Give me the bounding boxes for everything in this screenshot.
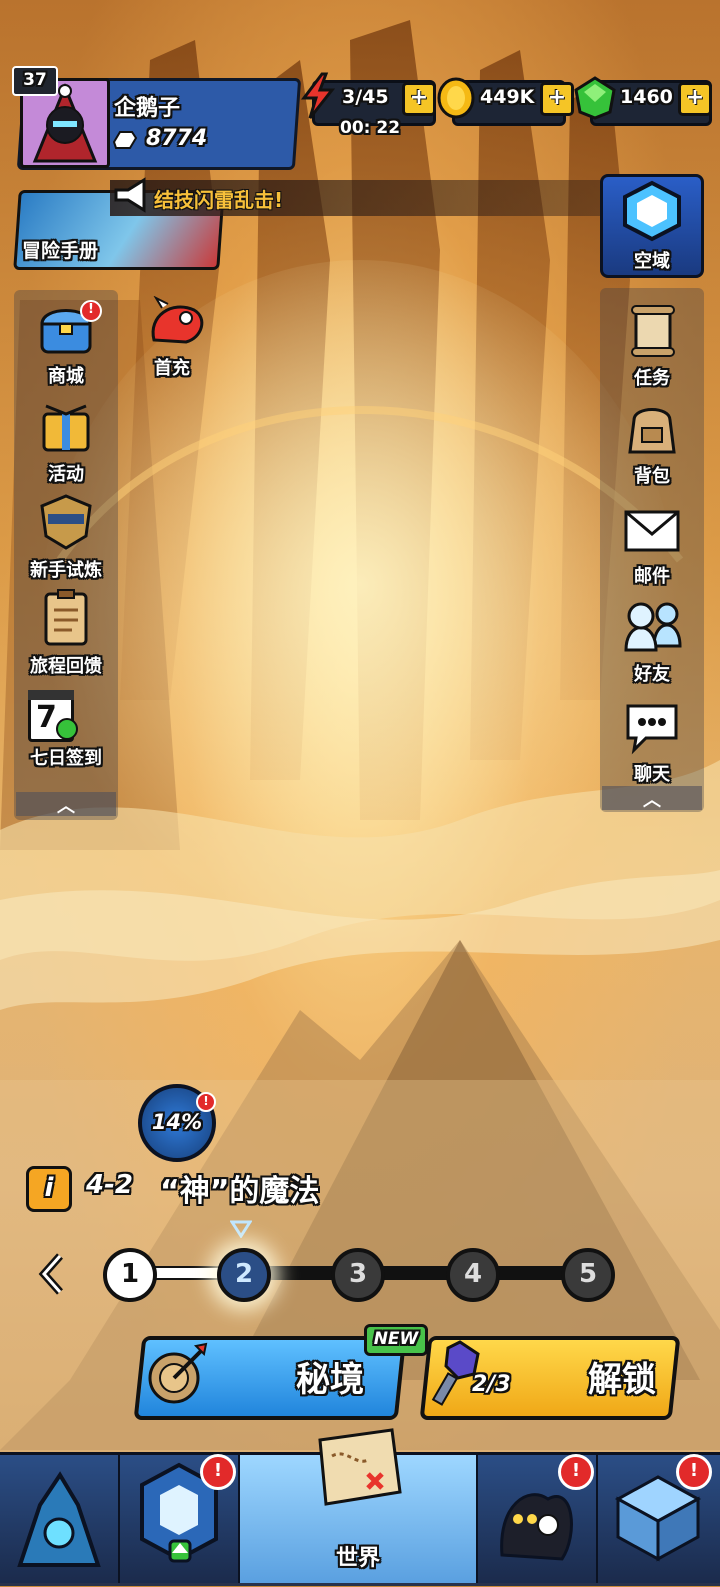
secret-realm-label: 秘境: [296, 1360, 364, 1400]
calendar-day: 7: [36, 700, 57, 735]
new-tag: NEW: [364, 1324, 428, 1356]
seven-day-signin-button[interactable]: 7 七日签到: [16, 684, 116, 770]
journey-reward-button[interactable]: 旅程回馈: [16, 588, 116, 678]
novice-trial-label: 新手试炼: [30, 560, 102, 581]
quests-label: 任务: [634, 368, 670, 389]
scroll-icon: [631, 305, 675, 357]
energy-value: 3/45: [342, 86, 389, 108]
seven-day-signin-label: 七日签到: [30, 748, 102, 769]
shop-label: 商城: [48, 366, 84, 387]
red-dragon-icon: [151, 295, 204, 344]
add-gem-button[interactable]: +: [678, 82, 712, 116]
player-name: 企鹅子: [114, 96, 181, 121]
mail-button[interactable]: 邮件: [602, 500, 702, 588]
new-tag-label: NEW: [373, 1329, 419, 1349]
info-icon: i: [44, 1173, 54, 1203]
events-button[interactable]: 活动: [16, 396, 116, 486]
backpack-icon: [628, 408, 676, 454]
chevron-left-icon: [38, 1253, 63, 1295]
target-dart-icon: [144, 1342, 208, 1406]
nav-tab-hero[interactable]: [0, 1455, 120, 1583]
shop-button[interactable]: ! 商城: [16, 298, 116, 388]
character-notification-badge: !: [558, 1454, 594, 1490]
previous-stage-button[interactable]: [38, 1252, 66, 1296]
stage-step-1[interactable]: 1: [103, 1248, 157, 1302]
friends-label: 好友: [634, 664, 670, 685]
quests-button[interactable]: 任务: [602, 302, 702, 390]
stage-step-3[interactable]: 3: [331, 1248, 385, 1302]
stage-title: “神”的魔法: [160, 1174, 320, 1209]
base-notification-badge: !: [676, 1454, 712, 1490]
gem-value: 1460: [620, 86, 673, 108]
add-gold-button[interactable]: +: [540, 82, 574, 116]
clipboard-icon: [44, 589, 88, 646]
player-power: 8774: [146, 126, 208, 151]
gold-value: 449K: [480, 86, 535, 108]
right-collapse-button[interactable]: ︿: [602, 786, 702, 811]
events-label: 活动: [48, 464, 84, 485]
world-map-icon: [312, 1426, 404, 1508]
shield-trial-icon: [40, 494, 92, 550]
gold-coin-icon: [436, 76, 476, 120]
shop-notification-badge: !: [80, 300, 102, 322]
airspace-button[interactable]: 空域: [600, 174, 704, 278]
current-stage-marker-icon: [229, 1220, 253, 1239]
friends-icon: [624, 602, 682, 652]
first-recharge-button[interactable]: 首充: [122, 295, 222, 380]
progress-notification-badge: !: [196, 1092, 216, 1112]
crystal-spire-icon: [17, 1471, 101, 1567]
mail-icon: [624, 510, 680, 552]
mail-label: 邮件: [634, 566, 670, 587]
novice-trial-button[interactable]: 新手试炼: [16, 492, 116, 582]
player-level: 37: [12, 66, 58, 96]
megaphone-icon: [112, 176, 150, 216]
chat-label: 聊天: [634, 764, 670, 785]
chat-button[interactable]: 聊天: [602, 698, 702, 786]
backpack-button[interactable]: 背包: [602, 400, 702, 488]
chapter-progress-value: 14%: [151, 1110, 203, 1134]
handbook-label: 冒险手册: [22, 240, 99, 262]
friends-button[interactable]: 好友: [602, 598, 702, 686]
stage-code: 4-2: [86, 1170, 133, 1200]
upgrade-notification-badge: !: [200, 1454, 236, 1490]
stage-step-2[interactable]: 2: [217, 1248, 271, 1302]
announcement-text: 结技闪雷乱击!: [154, 188, 284, 212]
chat-icon: [626, 704, 678, 755]
lightning-icon: [300, 72, 336, 120]
airspace-label: 空域: [634, 251, 670, 272]
airspace-emblem-icon: [623, 180, 681, 242]
energy-timer: 00: 22: [340, 118, 401, 138]
left-collapse-button[interactable]: ︿: [16, 792, 116, 817]
unlock-count: 2/3: [472, 1372, 511, 1397]
stage-step-5[interactable]: 5: [561, 1248, 615, 1302]
gift-crate-icon: [42, 404, 90, 452]
unlock-label: 解锁: [588, 1360, 656, 1400]
journey-reward-label: 旅程回馈: [30, 656, 102, 677]
backpack-label: 背包: [634, 466, 670, 487]
green-gem-icon: [574, 76, 616, 120]
first-recharge-label: 首充: [154, 358, 190, 379]
world-tab-label: 世界: [335, 1546, 380, 1571]
add-energy-button[interactable]: +: [402, 82, 436, 116]
calendar-icon: 7: [16, 684, 80, 744]
power-fist-icon: [112, 128, 138, 150]
stage-info-button[interactable]: i: [26, 1166, 72, 1212]
stage-step-4[interactable]: 4: [446, 1248, 500, 1302]
